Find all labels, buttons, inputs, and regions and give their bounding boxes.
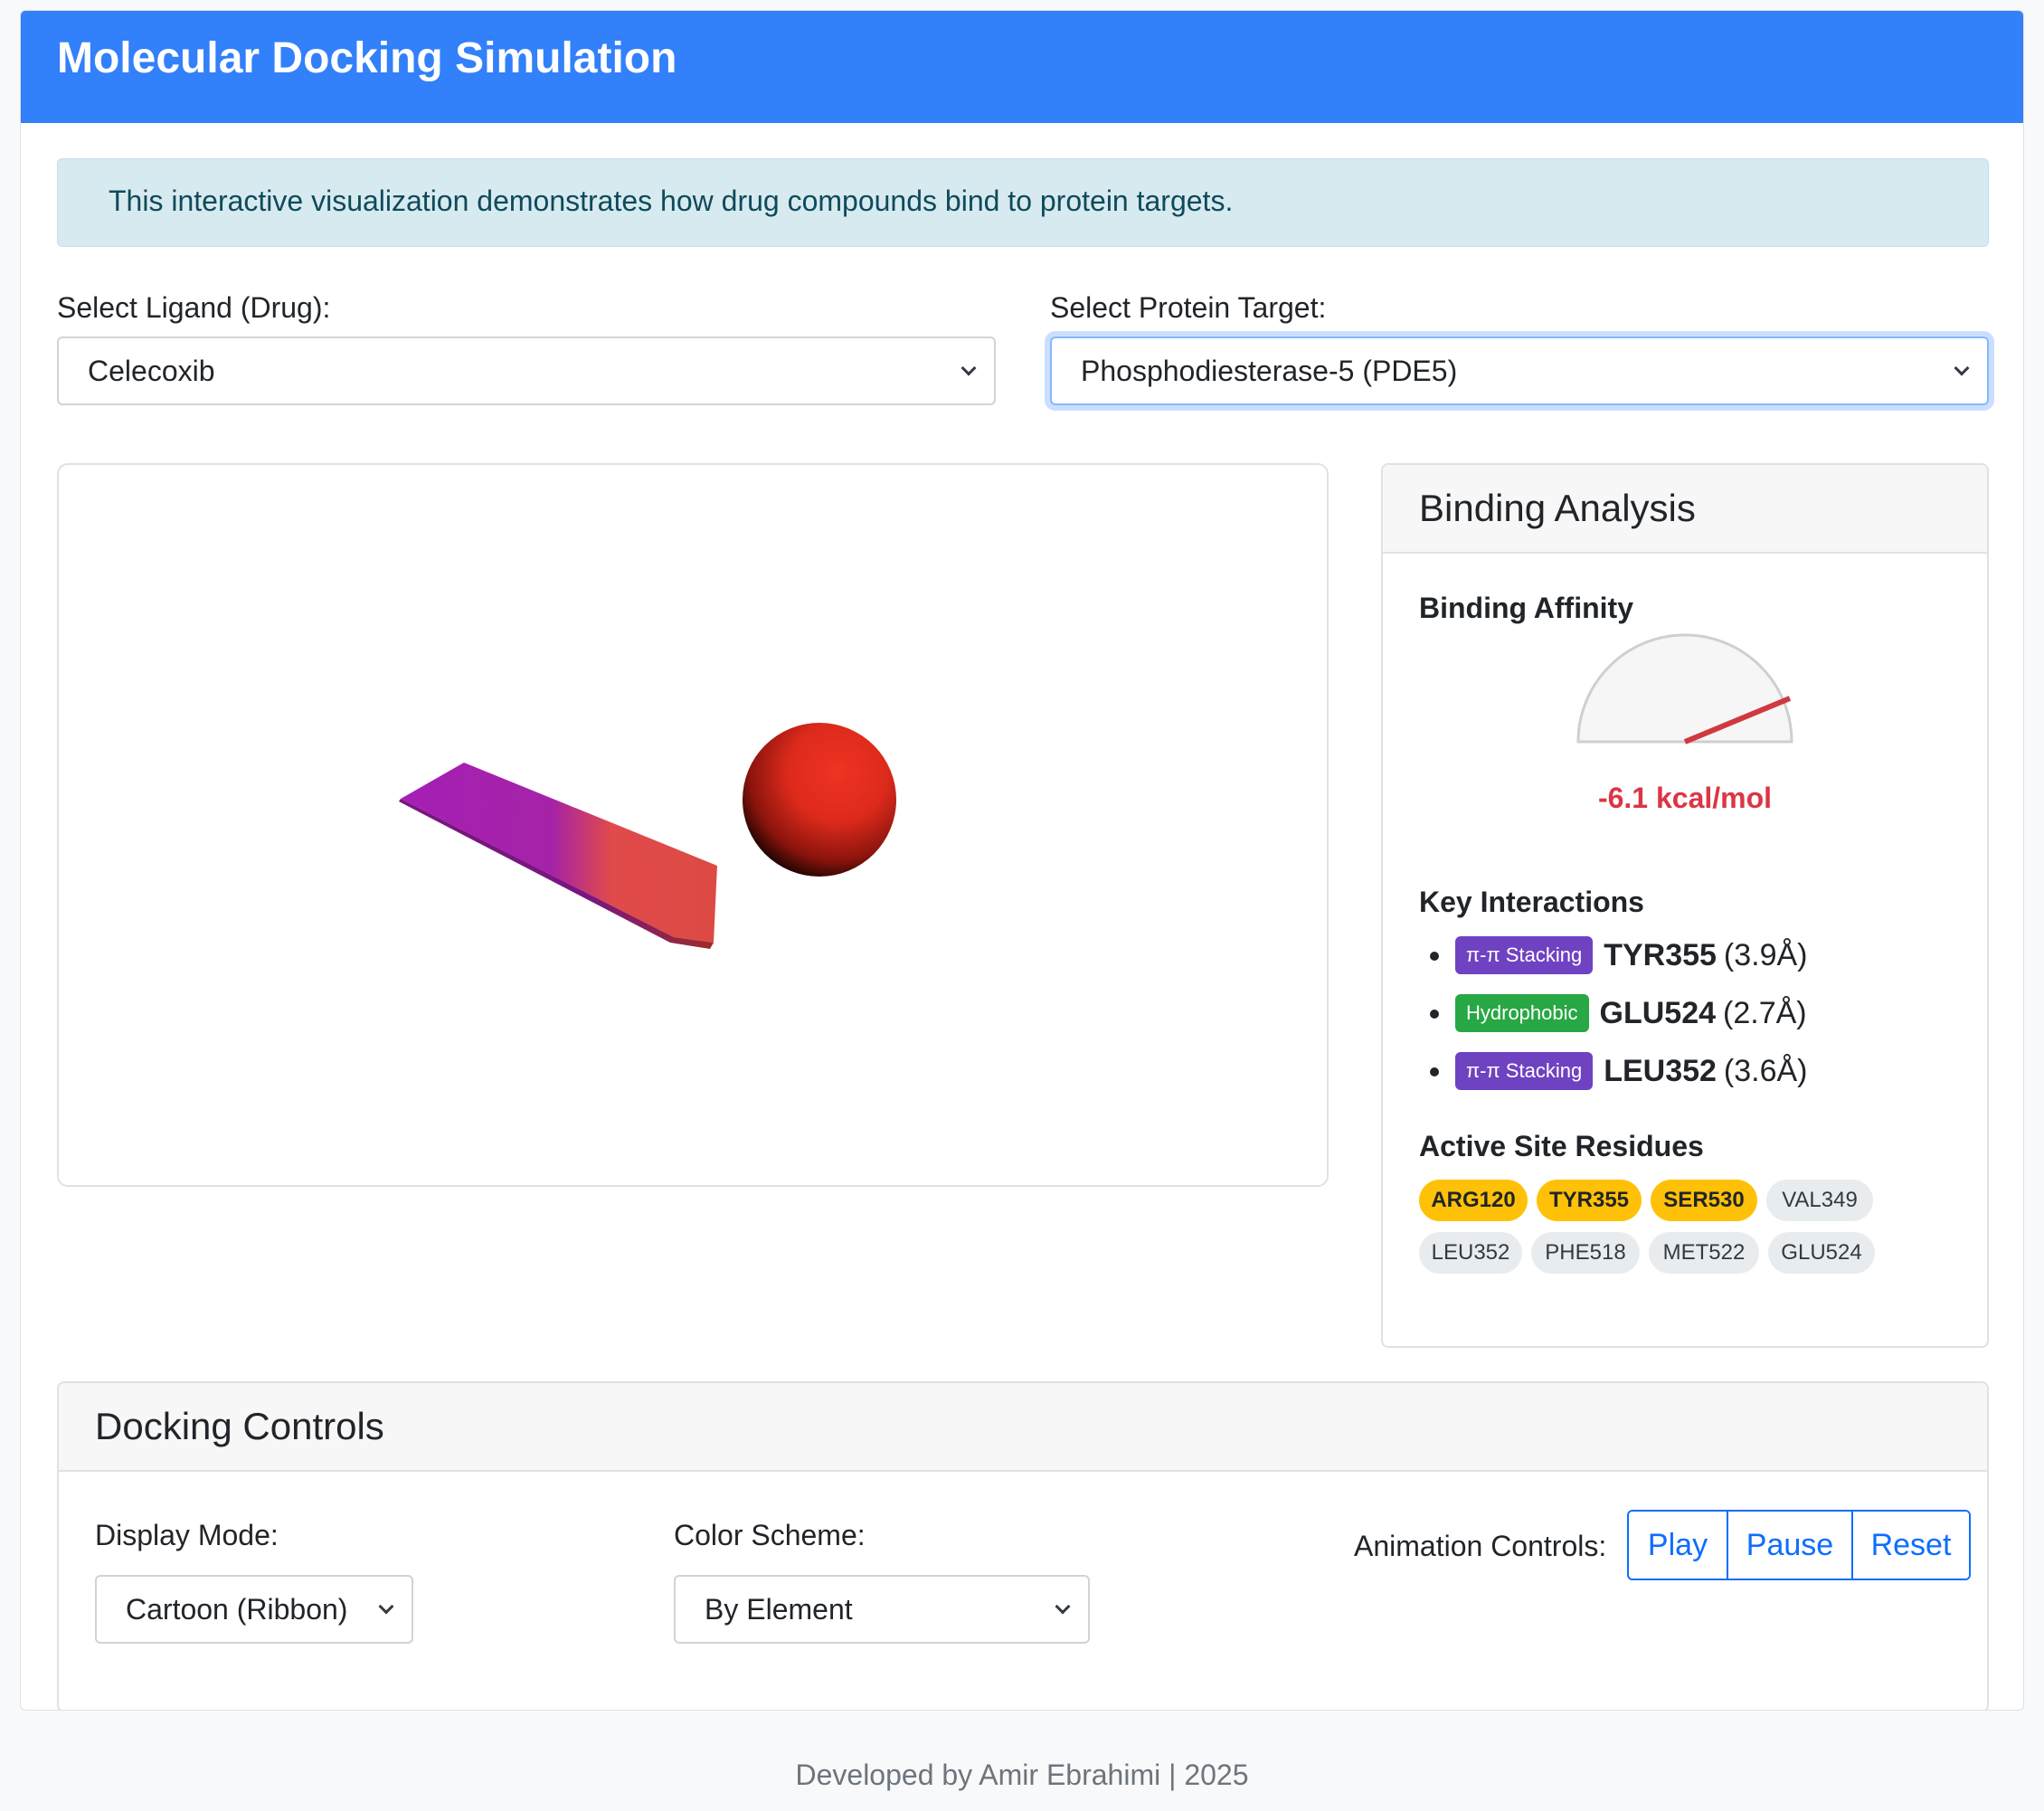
residue-pill: MET522 [1649, 1232, 1759, 1274]
residue-pill: VAL349 [1766, 1180, 1873, 1221]
intro-alert: This interactive visualization demonstra… [57, 158, 1989, 247]
binding-analysis-title: Binding Analysis [1383, 465, 1987, 554]
app-header: Molecular Docking Simulation [21, 11, 2023, 123]
active-site-label: Active Site Residues [1419, 1130, 1704, 1162]
color-scheme-label: Color Scheme: [674, 1519, 866, 1551]
residue-pill: ARG120 [1419, 1180, 1528, 1221]
residue-pill: TYR355 [1537, 1180, 1642, 1221]
color-scheme-value: By Element [705, 1592, 853, 1626]
chevron-down-icon [378, 1598, 394, 1615]
interaction-residue: TYR355 [1604, 937, 1717, 972]
interaction-item: Hydrophobic GLU524 (2.7Å) [1419, 984, 1808, 1042]
display-mode-select[interactable]: Cartoon (Ribbon) [95, 1575, 413, 1644]
docking-controls-panel: Docking Controls Display Mode: Cartoon (… [57, 1381, 1989, 1710]
residue-pill: LEU352 [1419, 1232, 1522, 1274]
residue-pill: PHE518 [1531, 1232, 1640, 1274]
interaction-distance: (3.9Å) [1723, 937, 1808, 972]
bullet [1430, 1010, 1439, 1019]
play-button[interactable]: Play [1629, 1512, 1727, 1579]
page-title: Molecular Docking Simulation [57, 34, 677, 82]
gauge-arc [1576, 633, 1793, 744]
ligand-label: Select Ligand (Drug): [57, 291, 331, 324]
ligand-atom-sphere [743, 723, 896, 877]
chevron-down-icon [1954, 360, 1970, 376]
interaction-residue: LEU352 [1604, 1053, 1717, 1088]
binding-affinity-label: Binding Affinity [1419, 592, 1633, 624]
molecule-scene [399, 723, 896, 949]
interaction-type-badge: Hydrophobic [1455, 994, 1589, 1032]
display-mode-label: Display Mode: [95, 1519, 279, 1551]
interaction-distance: (2.7Å) [1723, 995, 1807, 1030]
display-mode-value: Cartoon (Ribbon) [126, 1592, 348, 1626]
chevron-down-icon [1055, 1598, 1071, 1615]
interaction-item: π-π Stacking LEU352 (3.6Å) [1419, 1042, 1808, 1100]
animation-controls-label: Animation Controls: [1354, 1530, 1607, 1562]
protein-label: Select Protein Target: [1050, 291, 1327, 324]
protein-select[interactable]: Phosphodiesterase-5 (PDE5) [1050, 337, 1989, 405]
color-scheme-select[interactable]: By Element [674, 1575, 1090, 1644]
ligand-select[interactable]: Celecoxib [57, 337, 996, 405]
interaction-item: π-π Stacking TYR355 (3.9Å) [1419, 926, 1808, 984]
binding-analysis-panel: Binding Analysis Binding Affinity -6.1 k… [1381, 463, 1989, 1348]
app-card: Molecular Docking Simulation This intera… [20, 10, 2024, 1711]
bullet [1430, 952, 1439, 961]
ligand-ribbon [401, 763, 717, 943]
residue-pill: SER530 [1651, 1180, 1757, 1221]
interaction-type-badge: π-π Stacking [1455, 936, 1594, 974]
ligand-select-value: Celecoxib [88, 354, 215, 387]
interaction-list: π-π Stacking TYR355 (3.9Å) Hydrophobic G… [1419, 926, 1808, 1100]
interaction-residue: GLU524 [1599, 995, 1717, 1030]
chevron-down-icon [960, 360, 977, 376]
binding-affinity-value: -6.1 kcal/mol [1597, 782, 1773, 814]
animation-button-group: Play Pause Reset [1627, 1510, 1971, 1580]
residue-pill: GLU524 [1768, 1232, 1875, 1274]
pause-button[interactable]: Pause [1727, 1512, 1851, 1579]
molecule-viewer[interactable] [57, 463, 1329, 1187]
key-interactions-label: Key Interactions [1419, 886, 1644, 918]
bullet [1430, 1067, 1439, 1076]
interaction-type-badge: π-π Stacking [1455, 1052, 1594, 1090]
interaction-distance: (3.6Å) [1723, 1053, 1808, 1088]
protein-select-value: Phosphodiesterase-5 (PDE5) [1081, 354, 1458, 387]
footer: Developed by Amir Ebrahimi | 2025 [795, 1759, 1249, 1791]
docking-controls-title: Docking Controls [59, 1383, 1987, 1472]
affinity-gauge [1576, 633, 1793, 744]
reset-button[interactable]: Reset [1851, 1512, 1969, 1579]
